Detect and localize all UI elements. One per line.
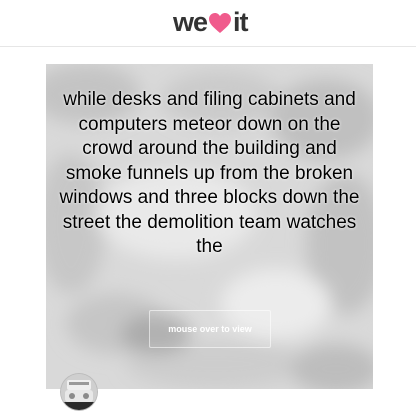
heart-icon (209, 13, 232, 33)
logo-suffix: it (233, 6, 248, 37)
logo-prefix: we (173, 6, 208, 37)
quote-text: while desks and filing cabinets and comp… (59, 89, 360, 257)
weheartit-logo[interactable]: we it (173, 6, 248, 38)
image-card[interactable]: while desks and filing cabinets and comp… (46, 64, 373, 389)
avatar-image (61, 374, 97, 410)
user-avatar[interactable] (61, 374, 97, 410)
mouse-over-to-view-button[interactable]: mouse over to view (149, 310, 271, 348)
header-bar: we it (0, 0, 416, 47)
